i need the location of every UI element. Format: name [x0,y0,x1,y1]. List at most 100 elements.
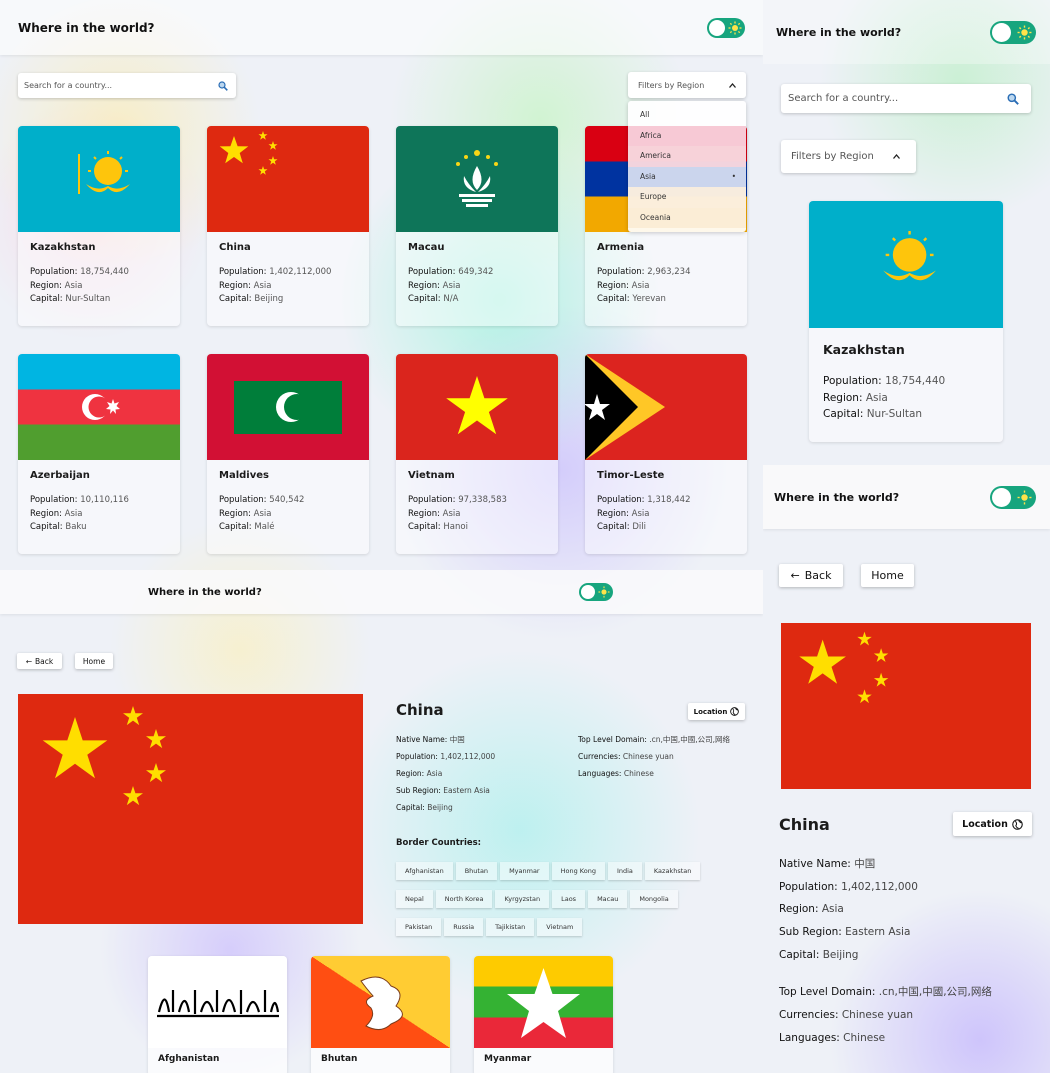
region-option-asia[interactable]: Asia • [628,166,746,187]
detail-flag-china [781,623,1031,789]
tld-value: .cn,中国,中國,公司,网络 [649,735,731,744]
native-name-value: 中国 [449,735,465,744]
currencies-value: Chinese yuan [622,752,674,761]
region-option-all[interactable]: All [628,105,746,126]
flag-bhutan [311,956,450,1048]
sub-region-value: Eastern Asia [443,786,490,795]
flag-timor-leste [585,354,747,460]
app-header: Where in the world? [763,0,1050,64]
country-capital: Dili [632,522,647,532]
app-title: Where in the world? [774,490,900,504]
detail-mobile-panel: Where in the world? ← Back Home China Loc… [763,465,1050,1073]
region-value: Asia [426,769,443,778]
chevron-up-icon [729,82,736,88]
theme-toggle[interactable] [990,485,1036,509]
country-population: 1,318,442 [647,495,691,505]
region-filter[interactable]: Filters by Region [781,140,916,173]
selected-dot-icon: • [731,171,736,181]
border-chip[interactable]: North Korea [435,890,493,908]
region-filter-label: Filters by Region [638,80,705,90]
country-card[interactable]: Azerbaijan Population: 10,110,116 Region… [18,354,180,554]
border-chip[interactable]: Laos [552,890,586,908]
country-card[interactable]: Vietnam Population: 97,338,583 Region: A… [396,354,558,554]
detail-country-name: China [779,815,830,834]
search-input[interactable]: Search for a country... [18,73,236,98]
search-placeholder: Search for a country... [788,93,899,104]
country-population: 18,754,440 [80,267,129,277]
region-option-america[interactable]: America [628,146,746,167]
border-chip[interactable]: India [607,862,642,880]
home-button[interactable]: Home [861,564,914,587]
country-card[interactable]: Maldives Population: 540,542 Region: Asi… [207,354,369,554]
country-name: Vietnam [408,470,455,481]
country-capital: Baku [65,522,87,532]
country-capital: Beijing [254,294,284,304]
border-chip[interactable]: Nepal [396,890,433,908]
detail-flag-china [18,694,363,924]
globe-icon [730,707,740,716]
country-population: 540,542 [269,495,305,505]
border-chip[interactable]: Pakistan [396,918,442,936]
border-country-card[interactable]: Afghanistan [148,956,287,1073]
country-region: Asia [64,280,83,291]
country-card[interactable]: Kazakhstan Population: 18,754,440 Region… [809,201,1003,442]
country-region: Asia [631,280,650,291]
sun-icon [598,586,610,598]
location-button[interactable]: Location [953,812,1032,836]
region-option-africa[interactable]: Africa [628,125,746,146]
region-option-oceania[interactable]: Oceania [628,207,746,228]
detail-desktop-panel: Where in the world? ← Back Home China Loc… [0,570,763,1073]
country-capital: Hanoi [443,522,468,532]
border-chip[interactable]: Kyrgyzstan [495,890,550,908]
border-country-card[interactable]: Myanmar [474,956,613,1073]
border-chip[interactable]: Myanmar [500,862,549,880]
flag-myanmar [474,956,613,1048]
border-chip[interactable]: Mongolia [630,890,678,908]
app-title: Where in the world? [148,586,262,598]
region-option-europe[interactable]: Europe [628,187,746,208]
flag-vietnam [396,354,558,460]
app-header: Where in the world? [0,0,763,55]
search-icon [1007,92,1019,105]
country-card[interactable]: Kazakhstan Population: 18,754,440 Region… [18,126,180,326]
border-country-name: Afghanistan [158,1054,220,1064]
home-mobile-panel: Where in the world? Search for a country… [763,0,1050,465]
country-name: Armenia [597,242,645,253]
border-chip[interactable]: Afghanistan [396,862,453,880]
border-chip[interactable]: Russia [444,918,484,936]
country-name: Timor-Leste [597,470,665,481]
border-chip[interactable]: Hong Kong [551,862,605,880]
country-card[interactable]: Macau Population: 649,342 Region: Asia C… [396,126,558,326]
border-chip[interactable]: Tajikistan [486,918,535,936]
country-region: Asia [442,280,461,291]
theme-toggle[interactable] [707,17,745,38]
theme-toggle[interactable] [990,20,1036,44]
border-chip[interactable]: Macau [588,890,628,908]
back-button[interactable]: ← Back [779,564,843,587]
border-chip[interactable]: Bhutan [455,862,498,880]
back-button[interactable]: ← Back [17,653,62,669]
country-capital: Malé [254,522,275,532]
sun-icon [728,21,742,34]
border-chip[interactable]: Vietnam [537,918,583,936]
location-button[interactable]: Location [688,703,745,720]
flag-kazakhstan [809,201,1003,328]
border-country-card[interactable]: Bhutan [311,956,450,1073]
border-chip[interactable]: Kazakhstan [644,862,701,880]
country-region: Asia [442,508,461,519]
country-name: Macau [408,242,445,253]
country-capital: N/A [443,294,459,304]
search-icon [218,80,228,91]
flag-afghanistan [148,956,287,1048]
theme-toggle[interactable] [579,583,613,601]
country-card[interactable]: Timor-Leste Population: 1,318,442 Region… [585,354,747,554]
country-card[interactable]: China Population: 1,402,112,000 Region: … [207,126,369,326]
flag-kazakhstan [18,126,180,232]
detail-country-name: China [396,701,444,719]
home-button[interactable]: Home [75,653,113,669]
region-filter[interactable]: Filters by Region [628,72,746,98]
search-input[interactable]: Search for a country... [781,84,1031,113]
flag-maldives [207,354,369,460]
country-population: 97,338,583 [458,495,507,505]
app-title: Where in the world? [18,20,155,35]
